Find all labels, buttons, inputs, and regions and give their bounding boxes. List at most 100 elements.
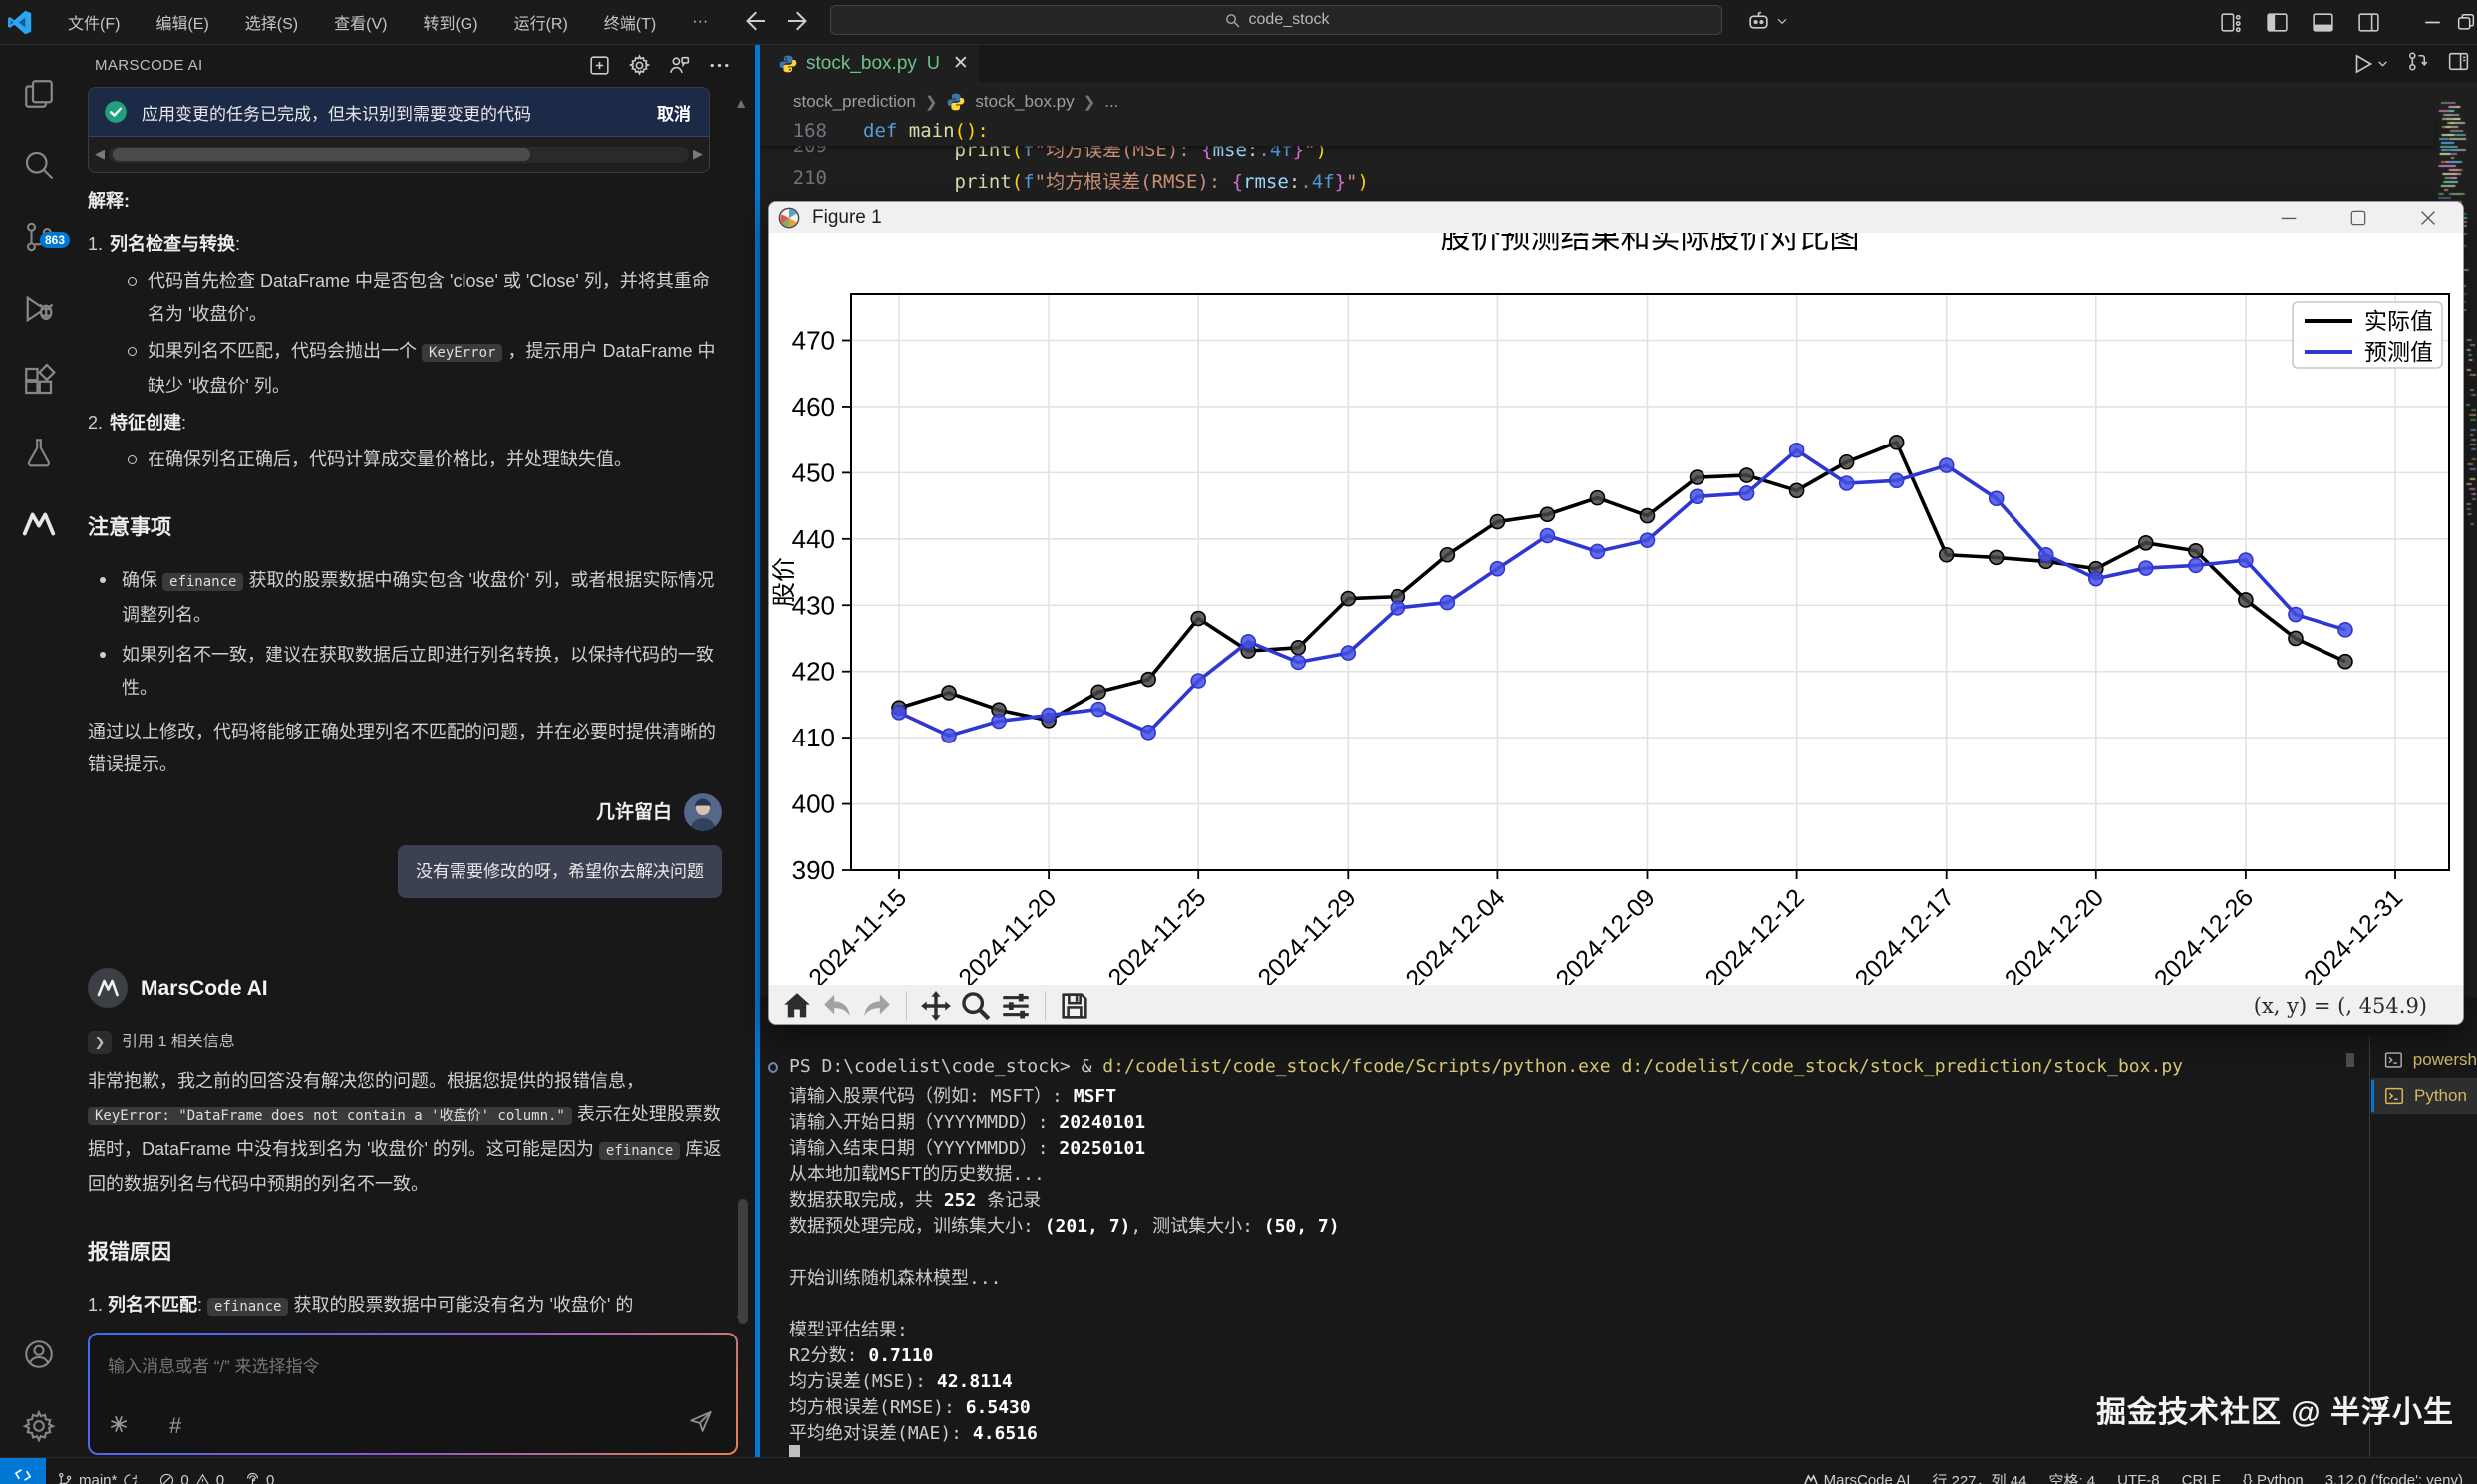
terminal-panel: PS D:\codelist\code_stock> & d:/codelist… [760,997,2477,1457]
terminal-icon [2383,1049,2404,1071]
new-chat-icon[interactable] [587,53,612,78]
matplotlib-figure-window[interactable]: Figure 1 2024-11-152024-11-202024-11-252… [768,201,2464,1025]
menu-运行(R)[interactable]: 运行(R) [502,5,580,39]
code-line-210[interactable]: 210 print(f"均方根误差(RMSE): {rmse:.4f}") [760,164,2434,194]
marscode-logo [88,968,128,1008]
window-minimize-icon[interactable] [2409,0,2455,44]
figure-title-bar[interactable]: Figure 1 [769,202,2463,233]
eol-item[interactable]: CRLF [2182,1472,2221,1484]
hash-icon[interactable]: # [169,1413,181,1439]
pan-icon[interactable] [919,989,953,1023]
figure-maximize-icon[interactable] [2323,202,2393,233]
more-editor-actions-icon[interactable] [2446,49,2471,79]
closing-paragraph: 通过以上修改，代码将能够正确处理列名不匹配的问题，并在必要时提供清晰的错误提示。 [88,716,726,781]
svg-text:股价预测结果和实际股价对比图: 股价预测结果和实际股价对比图 [1441,233,1860,255]
chart-canvas[interactable]: 2024-11-152024-11-202024-11-252024-11-29… [769,233,2464,985]
search-sidebar-icon[interactable] [0,135,78,196]
layout-customize-icon[interactable] [2208,0,2254,44]
cancel-button[interactable]: 取消 [657,100,691,125]
problems-item[interactable]: 0 0 [158,1472,224,1484]
sidebar-scrollbar[interactable] [738,1199,748,1324]
bullet-item: 在确保列名正确后，代码计算成交量价格比，并处理缺失值。 [88,444,726,476]
python-env-item[interactable]: 3.12.0 ('fcode': venv) [2325,1472,2463,1484]
sidebar-sash[interactable] [755,45,760,1457]
figure-minimize-icon[interactable] [2254,202,2323,233]
menu-转到(G)[interactable]: 转到(G) [411,5,489,39]
sidebar-scroll-up-icon[interactable]: ▲ [734,95,748,111]
toggle-sidebar-icon[interactable] [2254,0,2300,44]
toggle-panel-icon[interactable] [2300,0,2345,44]
back-icon[interactable] [820,989,854,1023]
stock-prediction-chart: 2024-11-152024-11-202024-11-252024-11-29… [769,233,2464,985]
nav-back-icon[interactable] [740,6,770,36]
command-icon[interactable] [108,1413,130,1435]
language-item[interactable]: {} Python [2243,1472,2304,1484]
remote-indicator[interactable] [0,1458,46,1484]
command-decoration-icon[interactable] [768,1062,778,1073]
activity-bar: 863 [0,45,78,1457]
command-center-search[interactable]: code_stock [830,5,1722,35]
breadcrumb[interactable]: stock_prediction ❯ stock_box.py ❯ ... [793,87,1118,117]
user-message-bubble: 没有需要修改的呀，希望你去解决问题 [398,845,722,898]
menu-编辑(E)[interactable]: 编辑(E) [144,5,220,39]
encoding-item[interactable]: UTF-8 [2117,1472,2160,1484]
open-changes-icon[interactable] [2405,49,2430,79]
menu-···[interactable]: ··· [680,8,720,36]
sticky-scroll-line[interactable]: 168 def main(): [760,117,2434,146]
terminal-tab-Python[interactable]: Python [2371,1078,2477,1114]
menu-选择(S)[interactable]: 选择(S) [233,5,310,39]
settings-gear-icon[interactable] [0,1395,78,1457]
marscode-status-item[interactable]: MarsCode AI [1803,1472,1911,1484]
reference-row[interactable]: ❯ 引用 1 相关信息 [88,1026,726,1058]
indentation-item[interactable]: 空格: 4 [2048,1470,2095,1484]
tab-close-icon[interactable]: ✕ [953,52,969,75]
menu-查看(V)[interactable]: 查看(V) [322,5,399,39]
notification-hscrollbar[interactable]: ◀ ▶ [89,137,709,172]
svg-text:450: 450 [792,457,835,487]
user-name: 几许留白 [596,796,672,829]
menu-文件(F)[interactable]: 文件(F) [56,5,132,39]
figure-close-icon[interactable] [2393,202,2463,233]
window-restore-icon[interactable] [2455,0,2477,44]
send-icon[interactable] [688,1408,714,1439]
source-control-icon[interactable]: 863 [0,206,78,268]
list-item: 1. 列名检查与转换: [88,228,726,261]
menu-终端(T)[interactable]: 终端(T) [592,5,668,39]
home-icon[interactable] [780,989,814,1023]
testing-icon[interactable] [0,422,78,483]
vscode-logo-icon [7,10,32,35]
svg-text:460: 460 [792,392,835,422]
scroll-left-icon[interactable]: ◀ [95,147,109,162]
nav-forward-icon[interactable] [783,6,813,36]
cursor-position-item[interactable]: 行 227，列 44 [1932,1470,2026,1484]
marscode-titlebar-button[interactable] [1746,8,1789,33]
zoom-icon[interactable] [959,989,993,1023]
terminal-line: 请输入股票代码（例如: MSFT）: MSFT [789,1082,1116,1108]
save-icon[interactable] [1058,989,1091,1023]
check-circle-icon [103,99,129,125]
forward-icon[interactable] [860,989,894,1023]
tab-bar: stock_box.py U ✕ [760,45,2477,82]
run-python-icon[interactable] [2350,51,2389,77]
chevron-right-icon: ❯ [88,1031,112,1054]
extensions-icon[interactable] [0,350,78,412]
marscode-icon[interactable] [0,493,78,555]
explorer-icon[interactable] [0,63,78,125]
error-item: 1. 列名不匹配: efinance 获取的股票数据中可能没有名为 '收盘价' … [88,1289,726,1324]
terminal-scrollbar[interactable] [2346,1053,2354,1067]
git-branch-item[interactable]: main* [56,1471,139,1484]
tab-stock-box[interactable]: stock_box.py U ✕ [760,45,979,82]
chat-input-box[interactable]: 输入消息或者 “/” 来选择指令 # [88,1333,738,1455]
account-icon[interactable] [0,1324,78,1385]
feedback-icon[interactable] [667,53,692,78]
toggle-secondary-sidebar-icon[interactable] [2345,0,2391,44]
bullet-item: 代码首先检查 DataFrame 中是否包含 'close' 或 'Close'… [88,265,726,331]
sidebar-gear-icon[interactable] [627,53,652,78]
ports-item[interactable]: 0 [244,1472,274,1484]
run-debug-icon[interactable] [0,278,78,340]
svg-text:470: 470 [792,326,835,356]
more-actions-icon[interactable] [707,53,732,78]
configure-subplots-icon[interactable] [999,989,1033,1023]
terminal-tab-powersh[interactable]: powersh [2371,1042,2477,1078]
scroll-right-icon[interactable]: ▶ [689,147,703,162]
